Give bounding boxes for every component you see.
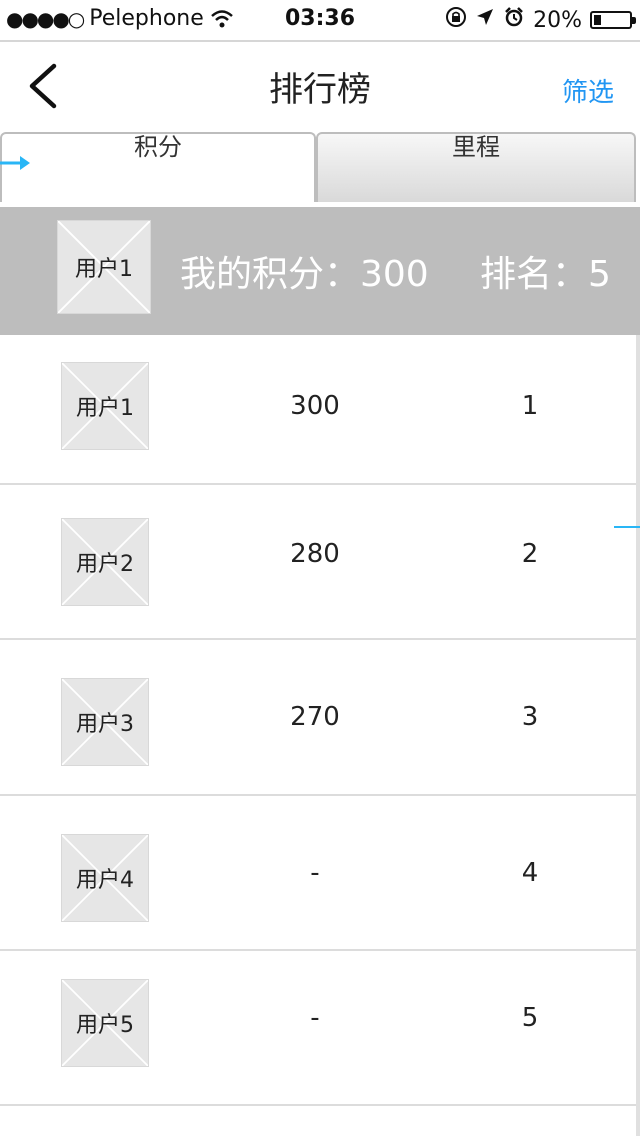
list-item[interactable]: 用户5 - 5 (0, 951, 636, 1106)
tab-mileage-label: 里程 (452, 133, 500, 161)
list-item[interactable]: 用户2 280 2 (0, 485, 636, 640)
page-title: 排行榜 (269, 70, 371, 110)
tab-score-label: 积分 (134, 133, 182, 161)
status-left: ●●●●○ Pelephone (6, 6, 234, 31)
battery-fill (594, 15, 601, 25)
list-item[interactable]: 用户3 270 3 (0, 640, 636, 796)
filter-button[interactable]: 筛选 (562, 72, 614, 109)
avatar-label: 用户1 (75, 257, 133, 282)
row-score: 270 (290, 702, 340, 732)
avatar[interactable]: 用户4 (61, 834, 149, 922)
row-score: 300 (290, 391, 340, 421)
my-score-banner: 用户1 我的积分：300 排名：5 (0, 207, 640, 335)
avatar[interactable]: 用户1 (57, 220, 151, 314)
list-item[interactable]: 用户1 300 1 (0, 335, 636, 485)
avatar-label: 用户3 (76, 712, 134, 737)
row-rank: 2 (521, 539, 539, 569)
tab-mileage[interactable]: 里程 (316, 132, 636, 202)
row-rank: 4 (521, 858, 539, 888)
avatar[interactable]: 用户1 (61, 362, 149, 450)
nav-bar: 排行榜 筛选 (0, 42, 640, 130)
arrow-right-icon (0, 156, 30, 170)
avatar-label: 用户1 (76, 396, 134, 421)
row-rank: 1 (521, 391, 539, 421)
battery-percent: 20% (533, 7, 582, 33)
avatar[interactable]: 用户3 (61, 678, 149, 766)
location-arrow-icon (475, 7, 495, 33)
row-rank: 3 (521, 702, 539, 732)
battery-icon (590, 11, 636, 29)
row-score: - (310, 858, 320, 888)
avatar-label: 用户5 (76, 1013, 134, 1038)
my-rank: 排名：5 (480, 254, 611, 295)
back-button[interactable] (20, 60, 70, 112)
avatar-label: 用户4 (76, 868, 134, 893)
row-score: - (310, 1003, 320, 1033)
carrier-name: Pelephone (89, 6, 204, 31)
my-score: 我的积分：300 (180, 254, 429, 295)
rotation-lock-icon (445, 6, 467, 34)
signal-strength: ●●●●○ (6, 6, 85, 31)
status-right: 20% (445, 6, 636, 34)
tab-score[interactable]: 积分 (0, 132, 316, 202)
avatar[interactable]: 用户5 (61, 979, 149, 1067)
scrollbar-track[interactable] (636, 335, 640, 1136)
scroll-indicator (614, 526, 640, 528)
row-rank: 5 (521, 1003, 539, 1033)
status-bar: ●●●●○ Pelephone 03:36 20% (0, 0, 640, 40)
alarm-icon (503, 6, 525, 34)
row-score: 280 (290, 539, 340, 569)
wifi-icon (210, 9, 234, 29)
list-item[interactable]: 用户4 - 4 (0, 796, 636, 951)
avatar[interactable]: 用户2 (61, 518, 149, 606)
chevron-left-icon (29, 63, 57, 109)
avatar-label: 用户2 (76, 552, 134, 577)
